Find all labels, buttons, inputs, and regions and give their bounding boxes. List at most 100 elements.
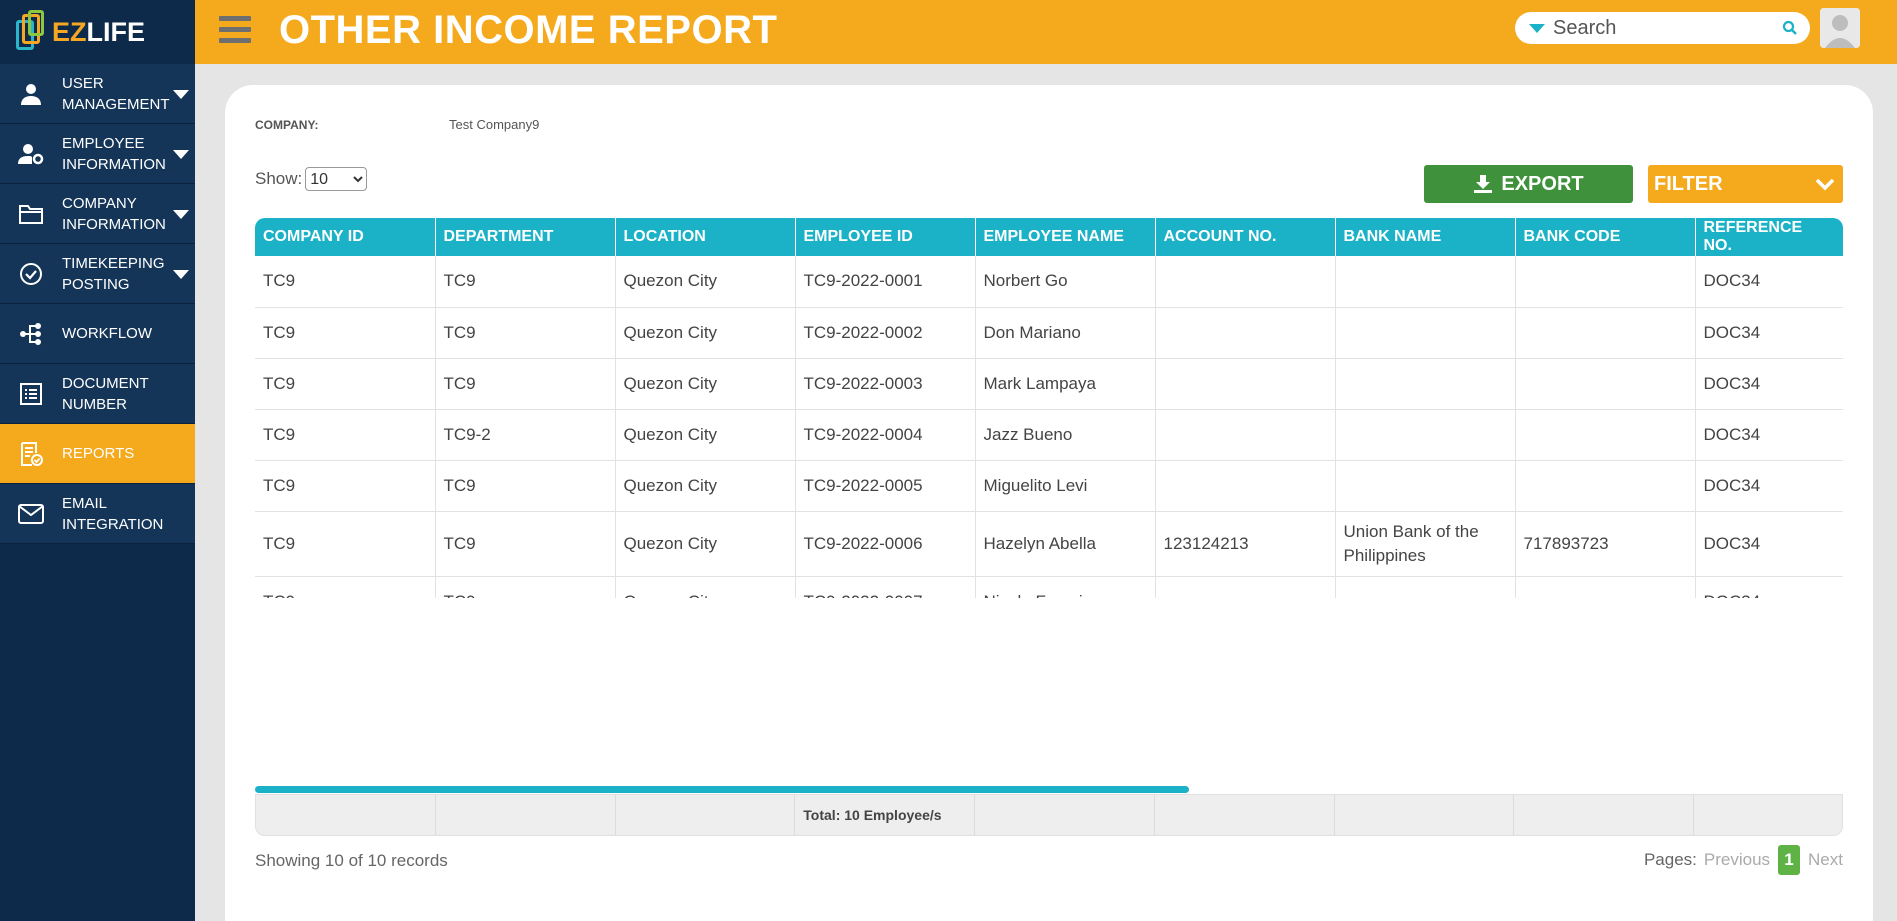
sidebar-item-employee[interactable]: EMPLOYEE INFORMATION — [0, 124, 195, 184]
table-cell: DOC34 — [1695, 460, 1843, 512]
table-cell — [1515, 358, 1696, 410]
search-icon[interactable] — [1782, 20, 1798, 41]
table-cell — [1515, 576, 1696, 598]
table-cell: DOC34 — [1695, 256, 1843, 308]
pages-label: Pages: — [1643, 850, 1697, 869]
table-cell — [1335, 460, 1516, 512]
search-input[interactable] — [1553, 16, 1773, 40]
table-cell: Quezon City — [615, 511, 796, 577]
pagination: Pages: Previous 1 Next — [1644, 845, 1843, 875]
user-gear-icon — [0, 142, 62, 166]
column-header[interactable]: LOCATION — [615, 218, 796, 256]
column-header[interactable]: EMPLOYEE ID — [795, 218, 976, 256]
hamburger-menu-icon[interactable] — [219, 16, 251, 44]
report-icon — [0, 441, 62, 467]
user-icon — [0, 82, 62, 106]
table-row[interactable]: TC9TC9Quezon CityTC9-2022-0007Nicole Fra… — [255, 576, 1843, 598]
previous-page-link[interactable]: Previous — [1704, 850, 1770, 870]
table-cell: TC9-2022-0003 — [795, 358, 976, 410]
table-cell — [1155, 576, 1336, 598]
search-dropdown-icon[interactable] — [1529, 23, 1545, 33]
table-cell: TC9-2 — [435, 409, 616, 461]
table-cell: TC9-2022-0001 — [795, 256, 976, 308]
show-label: Show: — [255, 169, 303, 188]
sidebar-item-label: REPORTS — [62, 445, 135, 462]
sidebar-item-workflow[interactable]: WORKFLOW — [0, 304, 195, 364]
show-entries-select[interactable]: 10 — [305, 167, 368, 191]
sidebar-item-email[interactable]: EMAIL INTEGRATION — [0, 484, 195, 544]
report-card: COMPANY: Test Company9 Show: 10 EXPORT FI… — [225, 85, 1873, 921]
next-page-link[interactable]: Next — [1808, 850, 1843, 870]
table-cell: TC9 — [435, 511, 616, 577]
table-cell — [1335, 358, 1516, 410]
table-cell — [1515, 256, 1696, 308]
table-cell: Quezon City — [615, 358, 796, 410]
table-cell — [1515, 409, 1696, 461]
column-header[interactable]: BANK CODE — [1515, 218, 1696, 256]
filter-label: FILTER — [1654, 172, 1723, 195]
filter-dropdown[interactable]: FILTER — [1648, 165, 1843, 203]
list-icon — [0, 382, 62, 406]
horizontal-scrollbar[interactable] — [255, 786, 1189, 793]
table-cell: DOC34 — [1695, 511, 1843, 577]
table-cell: TC9 — [255, 256, 436, 308]
table-cell: Hazelyn Abella — [975, 511, 1156, 577]
current-page-button[interactable]: 1 — [1778, 845, 1801, 875]
table-cell: TC9 — [255, 409, 436, 461]
sidebar-item-timekeeping[interactable]: TIMEKEEPING POSTING — [0, 244, 195, 304]
page-title: OTHER INCOME REPORT — [279, 8, 778, 52]
sidebar-item-label: EMAIL INTEGRATION — [62, 494, 164, 533]
sidebar-item-company[interactable]: COMPANY INFORMATION — [0, 184, 195, 244]
table-cell: DOC34 — [1695, 358, 1843, 410]
table-header-row: COMPANY ID DEPARTMENT LOCATION EMPLOYEE ID E… — [255, 218, 1843, 256]
table-row[interactable]: TC9 TC9 Quezon City TC9-2022-0003 Mark Lampa… — [255, 358, 1843, 410]
column-header[interactable]: ACCOUNT NO. — [1155, 218, 1336, 256]
column-header[interactable]: REFERENCE NO. — [1695, 218, 1843, 256]
table-cell: 123124213 — [1155, 511, 1336, 577]
column-header[interactable]: DEPARTMENT — [435, 218, 616, 256]
table-cell: TC9 — [435, 576, 616, 598]
table-row[interactable]: TC9 TC9-2 Quezon City TC9-2022-0004 Jazz Bue… — [255, 409, 1843, 461]
table-cell: Union Bank of the Philippines — [1335, 511, 1516, 577]
table-cell: DOC34 — [1695, 307, 1843, 359]
table-row[interactable]: TC9 TC9 Quezon City TC9-2022-0005 Miguelito … — [255, 460, 1843, 512]
report-table-container[interactable]: COMPANY ID DEPARTMENT LOCATION EMPLOYEE ID E… — [255, 218, 1843, 598]
table-cell: TC9 — [435, 307, 616, 359]
logo-mark-icon — [14, 10, 48, 54]
sidebar-item-label: EMPLOYEE INFORMATION — [62, 134, 166, 173]
table-cell: 717893723 — [1515, 511, 1696, 577]
total-employees: Total: 10 Employee/s — [795, 795, 976, 835]
app-logo[interactable]: EZLIFE — [0, 0, 195, 64]
table-body: TC9 TC9 Quezon City TC9-2022-0001 Norbert Go… — [255, 256, 1843, 598]
check-circle-icon — [0, 262, 62, 286]
table-row[interactable]: TC9 TC9 Quezon City TC9-2022-0001 Norbert Go… — [255, 256, 1843, 308]
column-header[interactable]: EMPLOYEE NAME — [975, 218, 1156, 256]
sidebar-item-reports[interactable]: REPORTS — [0, 424, 195, 484]
table-cell: Jazz Bueno — [975, 409, 1156, 461]
table-row[interactable]: TC9 TC9 Quezon City TC9-2022-0006 Hazelyn Ab… — [255, 511, 1843, 577]
table-cell: TC9-2022-0004 — [795, 409, 976, 461]
logo-text: EZLIFE — [52, 16, 146, 47]
show-entries: Show: 10 — [255, 167, 368, 191]
sidebar-item-label: COMPANY INFORMATION — [62, 194, 166, 233]
table-cell — [1335, 256, 1516, 308]
sidebar-item-user[interactable]: USER MANAGEMENT — [0, 64, 195, 124]
user-avatar[interactable] — [1820, 8, 1860, 48]
table-cell: TC9 — [435, 358, 616, 410]
table-cell: TC9-2022-0005 — [795, 460, 976, 512]
export-button[interactable]: EXPORT — [1424, 165, 1633, 203]
table-cell: Norbert Go — [975, 256, 1156, 308]
table-cell: TC9 — [255, 576, 436, 598]
table-cell: TC9 — [255, 460, 436, 512]
column-header[interactable]: COMPANY ID — [255, 218, 436, 256]
download-icon — [1474, 175, 1493, 193]
table-row[interactable]: TC9 TC9 Quezon City TC9-2022-0002 Don Marian… — [255, 307, 1843, 359]
table-cell: DOC34 — [1695, 409, 1843, 461]
table-cell — [1515, 460, 1696, 512]
mail-icon — [0, 503, 62, 524]
sidebar-item-document[interactable]: DOCUMENT NUMBER — [0, 364, 195, 424]
table-cell: TC9 — [435, 256, 616, 308]
table-cell: Mark Lampaya — [975, 358, 1156, 410]
column-header[interactable]: BANK NAME — [1335, 218, 1516, 256]
table-cell: DOC34 — [1695, 576, 1843, 598]
